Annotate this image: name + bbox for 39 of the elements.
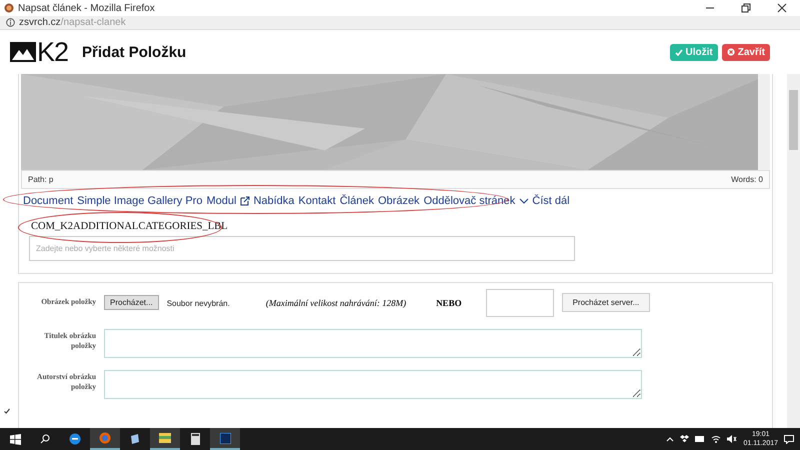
editor-plugin-link[interactable]: Nabídka — [240, 195, 294, 207]
editor-plugin-link[interactable]: Simple Image Gallery Pro — [77, 195, 202, 207]
external-link-icon — [240, 196, 250, 206]
info-icon[interactable] — [6, 18, 15, 27]
check-icon — [4, 408, 10, 414]
image-path-field[interactable] — [486, 289, 554, 317]
wifi-icon[interactable] — [711, 435, 722, 443]
chevron-up-icon[interactable] — [666, 436, 674, 442]
browse-button[interactable]: Procházet... — [104, 295, 159, 310]
credits-field[interactable] — [104, 370, 642, 399]
notification-icon[interactable] — [784, 434, 794, 444]
window-title: Napsat článek - Mozilla Firefox — [18, 2, 155, 14]
speaker-icon[interactable] — [727, 435, 738, 443]
editor-plugin-link[interactable]: Document — [23, 195, 74, 207]
chevron-down-icon — [519, 198, 530, 204]
or-label: NEBO — [436, 297, 462, 308]
upload-limit: (Maximální velikost nahrávání: 128M) — [266, 297, 406, 308]
path-label: Path: p — [28, 175, 54, 184]
scrollbar-thumb[interactable] — [789, 90, 798, 150]
browse-server-button[interactable]: Procházet server... — [562, 293, 650, 312]
caption-field[interactable] — [104, 329, 642, 358]
url-field[interactable]: zsvrch.cz/napsat-clanek — [19, 17, 126, 28]
editor-plugin-link[interactable]: Kontakt — [298, 195, 336, 207]
editor-plugin-link[interactable]: Článek — [340, 195, 374, 207]
mountain-icon — [10, 42, 36, 62]
folder-icon[interactable] — [150, 428, 180, 450]
editor-plugin-link[interactable]: Číst dál — [519, 195, 570, 207]
check-icon — [674, 48, 683, 56]
page-title: Přidat Položku — [82, 44, 186, 60]
categories-field[interactable]: Zadejte nebo vyberte některé možnosti — [29, 236, 575, 261]
word-count: Words: 0 — [731, 175, 763, 184]
close-button[interactable]: Zavřít — [722, 44, 770, 60]
file-status: Soubor nevybrán. — [166, 298, 230, 308]
close-icon — [726, 48, 735, 56]
editor-plugin-link[interactable]: Modul — [206, 195, 236, 207]
editor-plugin-link[interactable]: Obrázek — [378, 195, 420, 207]
scrollbar[interactable] — [758, 74, 770, 170]
k2-logo: K2 — [10, 36, 68, 68]
battery-icon[interactable] — [695, 436, 706, 442]
